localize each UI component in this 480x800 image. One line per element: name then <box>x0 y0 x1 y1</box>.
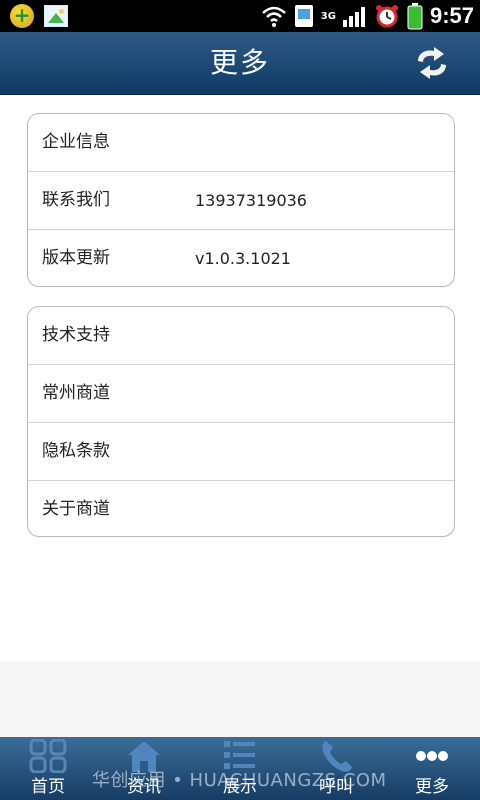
battery-icon <box>407 3 423 30</box>
status-bar: 3G 9:57 <box>0 0 480 32</box>
refresh-button[interactable] <box>412 45 452 81</box>
app-badge-icon <box>10 3 34 28</box>
row-label: 企业信息 <box>42 132 110 152</box>
row-label: 隐私条款 <box>42 441 110 461</box>
refresh-icon <box>418 47 446 79</box>
signal-icon <box>342 7 365 27</box>
row-privacy-policy[interactable]: 隐私条款 <box>28 423 454 481</box>
sim-icon <box>294 5 313 27</box>
more-dots-icon <box>416 751 448 761</box>
status-left-icons <box>10 3 68 28</box>
row-company-info[interactable]: 企业信息 <box>28 114 454 172</box>
row-contact-us[interactable]: 联系我们 13937319036 <box>28 172 454 230</box>
tab-label: 更多 <box>415 777 449 797</box>
network-type: 3G <box>320 10 336 22</box>
row-label: 技术支持 <box>42 325 110 345</box>
row-label: 联系我们 <box>42 190 110 210</box>
watermark-text: 华创应用 • HUACHUANGZS.COM <box>92 770 387 791</box>
header-bar: 更多 <box>0 32 480 95</box>
status-right-icons: 3G 9:57 <box>261 2 474 30</box>
phone-number: 13937319036 <box>195 191 307 210</box>
row-changzhou-shangdao[interactable]: 常州商道 <box>28 365 454 423</box>
alarm-icon <box>375 5 398 28</box>
version-number: v1.0.3.1021 <box>195 249 291 268</box>
tab-home[interactable]: 首页 <box>0 737 96 800</box>
bottom-spacer <box>0 661 480 737</box>
tab-more[interactable]: 更多 <box>384 737 480 800</box>
row-tech-support[interactable]: 技术支持 <box>28 307 454 365</box>
image-icon <box>44 5 68 27</box>
row-about[interactable]: 关于商道 <box>28 481 454 536</box>
grid-icon <box>29 739 67 773</box>
row-label: 常州商道 <box>42 383 110 403</box>
settings-group-1: 企业信息 联系我们 13937319036 版本更新 v1.0.3.1021 <box>27 113 455 287</box>
wifi-icon <box>261 6 286 27</box>
row-label: 版本更新 <box>42 248 110 268</box>
row-label: 关于商道 <box>42 499 110 519</box>
settings-group-2: 技术支持 常州商道 隐私条款 关于商道 <box>27 306 455 537</box>
row-version-update[interactable]: 版本更新 v1.0.3.1021 <box>28 230 454 286</box>
status-time: 9:57 <box>429 3 474 28</box>
tab-label: 首页 <box>31 777 65 797</box>
page-title: 更多 <box>209 46 270 79</box>
